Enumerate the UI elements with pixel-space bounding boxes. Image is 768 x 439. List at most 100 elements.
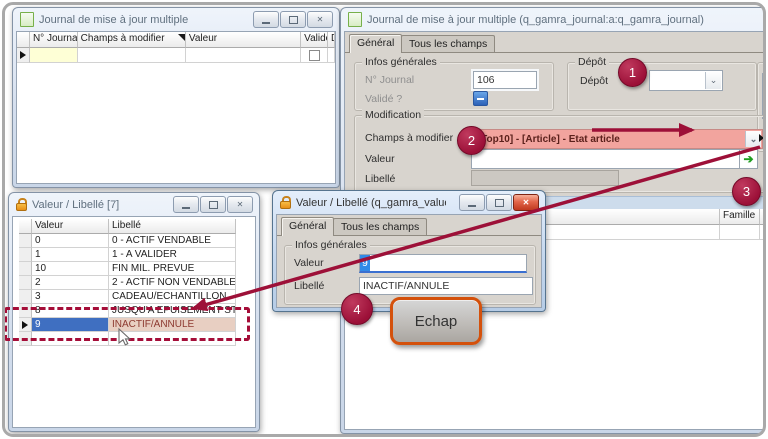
journal-document-icon — [348, 12, 362, 27]
col-header-valide[interactable]: Validé ? — [301, 32, 328, 48]
minimize-icon — [262, 22, 270, 24]
lock-icon — [280, 196, 291, 209]
valeur-form-client: Général Tous les champs Infos générales … — [276, 214, 542, 308]
group-title: Dépôt — [575, 56, 609, 68]
group-infos-generales: Infos générales N° Journal 106 Validé ? — [354, 62, 554, 111]
lock-icon — [16, 198, 27, 211]
detail-arrow-icon[interactable] — [759, 134, 764, 142]
libelle-label: Libellé — [365, 173, 395, 185]
row-selector-header — [17, 32, 30, 48]
chevron-down-icon[interactable]: ⌄ — [705, 72, 721, 89]
tab-tous-les-champs[interactable]: Tous les champs — [401, 35, 495, 53]
table-row[interactable]: 2 2 - ACTIF NON VENDABLE — [19, 276, 236, 290]
group-depot: Dépôt Dépôt ⌄ — [567, 62, 757, 111]
cell-valeur[interactable] — [186, 48, 301, 63]
valeur-list-title: Valeur / Libellé [7] — [32, 199, 119, 211]
valeur-form-titlebar: Valeur / Libellé (q_gamra_value:a:q... ✕ — [273, 191, 545, 214]
screenshot-root: Journal de mise à jour multiple ✕ N° Jou… — [0, 0, 768, 439]
group-title: Modification — [362, 109, 424, 121]
minimize-button[interactable] — [173, 196, 199, 213]
table-row[interactable]: 1 1 - A VALIDER — [19, 248, 236, 262]
journal-form-titlebar: Journal de mise à jour multiple (q_gamra… — [341, 8, 768, 31]
depot-combobox[interactable]: ⌄ — [649, 70, 723, 91]
tab-tous-les-champs[interactable]: Tous les champs — [333, 218, 427, 236]
col-header-depot[interactable]: Dép — [328, 32, 335, 48]
maximize-icon — [495, 199, 504, 207]
valeur-label: Valeur — [365, 153, 395, 165]
maximize-button[interactable] — [200, 196, 226, 213]
valeur-input[interactable] — [471, 149, 745, 169]
maximize-icon — [209, 201, 218, 209]
col-header-champs[interactable]: Champs à modifier — [78, 32, 186, 48]
apply-value-button[interactable]: ➔ — [739, 149, 758, 169]
group-infos-generales: Infos générales Valeur 9 Libellé INACTIF… — [284, 245, 536, 305]
valeur-label: Valeur — [294, 257, 324, 269]
echap-keycap: Echap — [390, 297, 482, 345]
col-header-valeur[interactable]: Valeur — [32, 219, 109, 234]
col-header-valeur[interactable]: Valeur — [186, 32, 301, 48]
col-header-num-journal[interactable]: N° Journal — [30, 32, 78, 48]
champs-a-modifier-label: Champs à modifier — [365, 132, 453, 144]
valeur-input-focused[interactable]: 9 — [359, 254, 527, 273]
minimize-button[interactable] — [253, 11, 279, 28]
partial-listbox[interactable] — [762, 73, 768, 119]
num-journal-field[interactable]: 106 — [473, 71, 537, 89]
table-row[interactable]: 3 CADEAU/ECHANTILLON — [19, 290, 236, 304]
valeur-list-titlebar: Valeur / Libellé [7] ✕ — [9, 193, 259, 216]
journal-form-tabbar: Général Tous les champs — [345, 32, 767, 53]
table-row[interactable]: 10 FIN MIL. PREVUE — [19, 262, 236, 276]
cell-num-journal[interactable] — [30, 48, 78, 63]
group-modification: Modification Champs à modifier [.Top10] … — [354, 115, 767, 193]
minimize-icon — [468, 205, 476, 207]
selected-row-highlight-box — [4, 307, 250, 341]
indeterminate-dash-icon — [477, 98, 484, 100]
valeur-form-title: Valeur / Libellé (q_gamra_value:a:q... — [296, 197, 446, 209]
cell-depot[interactable] — [328, 48, 335, 63]
close-button[interactable]: ✕ — [513, 194, 539, 211]
step-badge-4: 4 — [341, 293, 373, 325]
maximize-button[interactable] — [486, 194, 512, 211]
table-row[interactable]: 0 0 - ACTIF VENDABLE — [19, 234, 236, 248]
journal-document-icon — [20, 12, 34, 27]
close-button[interactable]: ✕ — [227, 196, 253, 213]
sort-indicator-icon — [178, 34, 185, 41]
champs-a-modifier-combobox[interactable]: [.Top10] - [Article] - Etat article ⌄ — [471, 129, 763, 149]
col-header-famille[interactable]: Famille — [720, 209, 760, 225]
valide-checkbox-indeterminate[interactable] — [473, 91, 488, 106]
cell-champs[interactable] — [78, 48, 186, 63]
row-selector-header — [19, 219, 32, 234]
libelle-field-disabled — [471, 170, 619, 186]
group-title: Infos générales — [292, 239, 370, 251]
col-header-n[interactable]: N — [760, 209, 767, 225]
maximize-icon — [289, 16, 298, 24]
close-button[interactable]: ✕ — [307, 11, 333, 28]
selected-text: 9 — [360, 255, 370, 271]
step-badge-1: 1 — [618, 58, 647, 87]
valide-checkbox[interactable] — [309, 50, 320, 61]
journal-form-title: Journal de mise à jour multiple (q_gamra… — [367, 14, 704, 26]
journal-list-title: Journal de mise à jour multiple — [39, 14, 188, 26]
step-badge-2: 2 — [457, 126, 486, 155]
minimize-icon — [182, 207, 190, 209]
minimize-button[interactable] — [459, 194, 485, 211]
valide-label: Validé ? — [365, 93, 402, 105]
green-arrow-icon: ➔ — [743, 152, 753, 166]
journal-list-client: N° Journal Champs à modifier Valeur Vali… — [16, 31, 336, 184]
libelle-input[interactable]: INACTIF/ANNULE — [359, 277, 533, 295]
cell-valide — [301, 48, 328, 63]
libelle-label: Libellé — [294, 280, 324, 292]
tab-general[interactable]: Général — [281, 217, 334, 236]
window-journal-list: Journal de mise à jour multiple ✕ N° Jou… — [12, 7, 340, 188]
step-badge-3: 3 — [732, 177, 761, 206]
tab-general[interactable]: Général — [349, 34, 402, 53]
group-title: Infos générales — [362, 56, 440, 68]
echap-key-label: Echap — [415, 313, 458, 330]
current-row-arrow-icon — [20, 51, 26, 59]
row-selector-cell — [17, 48, 30, 63]
valeur-form-tabbar: Général Tous les champs — [277, 215, 541, 236]
maximize-button[interactable] — [280, 11, 306, 28]
journal-empty-row[interactable] — [17, 48, 335, 63]
col-header-libelle[interactable]: Libellé — [109, 219, 236, 234]
journal-list-titlebar: Journal de mise à jour multiple ✕ — [13, 8, 339, 31]
depot-label: Dépôt — [580, 75, 608, 87]
